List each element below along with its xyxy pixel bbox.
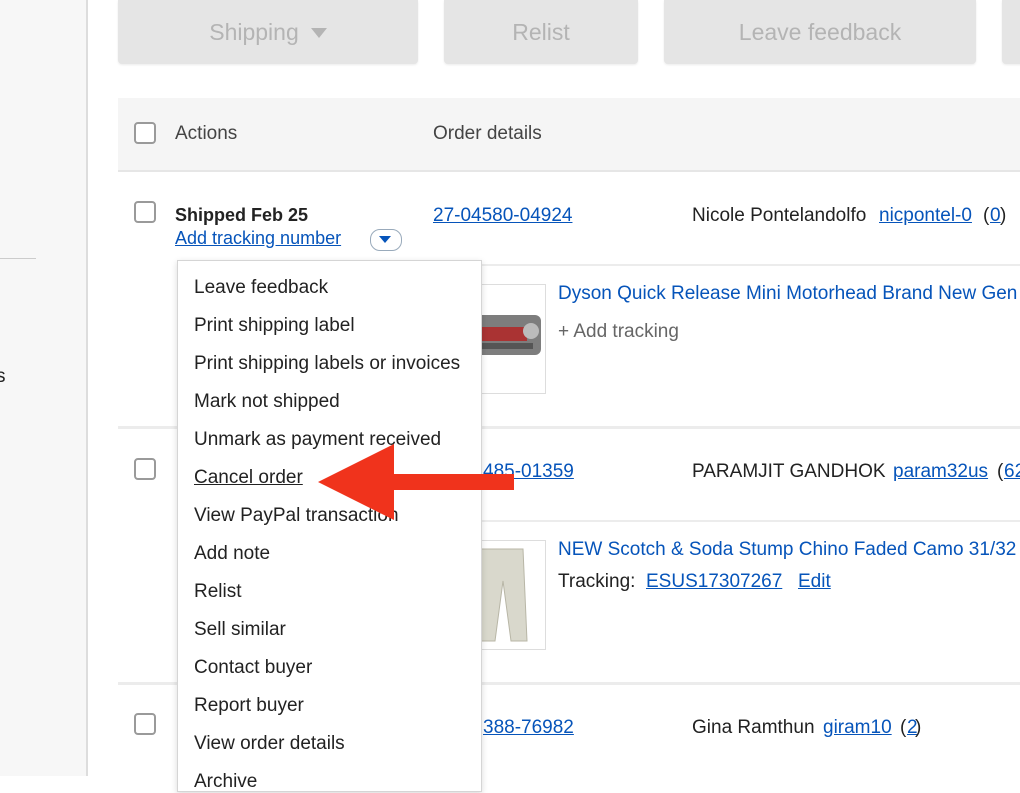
menu-item-sell-similar[interactable]: Sell similar — [194, 619, 286, 641]
item-title-link[interactable]: NEW Scotch & Soda Stump Chino Faded Camo… — [558, 539, 1016, 561]
feedback-open-paren: ( — [997, 461, 1004, 482]
order-checkbox[interactable] — [134, 201, 156, 223]
item-title-link[interactable]: Dyson Quick Release Mini Motorhead Brand… — [558, 283, 1017, 305]
feedback-count-link[interactable]: 0 — [990, 205, 1001, 227]
order-status: Shipped Feb 25 — [175, 205, 309, 225]
actions-dropdown-menu: Leave feedback Print shipping label Print … — [177, 260, 482, 792]
chevron-down-icon — [310, 28, 327, 38]
feedback-open-paren: ( — [900, 717, 907, 738]
item-divider — [460, 520, 1020, 523]
red-arrow-icon — [318, 444, 514, 520]
feedback-close-paren: ) — [915, 717, 922, 738]
feedback-open-paren: ( — [983, 205, 990, 226]
menu-item-view-order-details[interactable]: View order details — [194, 733, 345, 755]
sidebar-text-fragment: s — [0, 366, 6, 387]
left-sidebar: s — [0, 0, 88, 776]
order-checkbox[interactable] — [134, 458, 156, 480]
buyer-name: Gina Ramthun — [692, 717, 815, 738]
tracking-number-link[interactable]: ESUS17307267 — [646, 571, 782, 593]
feedback-close-paren: ) — [1000, 205, 1007, 226]
select-all-checkbox[interactable] — [134, 122, 156, 144]
actions-column-header: Actions — [175, 123, 238, 144]
chevron-down-icon — [379, 236, 391, 243]
buyer-id-link[interactable]: param32us — [893, 461, 988, 483]
menu-item-contact-buyer[interactable]: Contact buyer — [194, 657, 312, 679]
item-divider — [460, 264, 1020, 267]
tracking-label: Tracking: — [558, 571, 636, 592]
leave-feedback-button-label: Leave feedback — [738, 18, 902, 45]
feedback-count-link[interactable]: 62 — [1004, 461, 1020, 483]
menu-item-relist[interactable]: Relist — [194, 581, 242, 603]
add-tracking-item-link[interactable]: + Add tracking — [558, 321, 679, 343]
menu-item-cancel-order[interactable]: Cancel order — [194, 467, 303, 489]
menu-item-report-buyer[interactable]: Report buyer — [194, 695, 304, 717]
more-toolbar-button[interactable] — [1002, 0, 1020, 64]
menu-item-add-note[interactable]: Add note — [194, 543, 270, 565]
buyer-name: Nicole Pontelandolfo — [692, 205, 867, 226]
shipping-button-label: Shipping — [209, 18, 299, 45]
add-tracking-number-link[interactable]: Add tracking number — [175, 228, 341, 249]
buyer-id-link[interactable]: giram10 — [823, 717, 892, 739]
table-header: Actions Order details — [118, 98, 1020, 172]
leave-feedback-button[interactable]: Leave feedback — [664, 0, 976, 64]
order-details-column-header: Order details — [433, 123, 542, 144]
buyer-id-link[interactable]: nicpontel-0 — [879, 205, 972, 227]
actions-dropdown-button[interactable] — [370, 229, 402, 251]
menu-item-archive[interactable]: Archive — [194, 771, 257, 793]
order-checkbox[interactable] — [134, 713, 156, 735]
order-number-link[interactable]: 27-04580-04924 — [433, 205, 572, 227]
buyer-name: PARAMJIT GANDHOK — [692, 461, 886, 482]
shipping-button[interactable]: Shipping — [118, 0, 418, 64]
menu-item-print-shipping-labels-or-invoices[interactable]: Print shipping labels or invoices — [194, 353, 460, 375]
order-number-link[interactable]: 388-76982 — [483, 717, 574, 739]
menu-item-print-shipping-label[interactable]: Print shipping label — [194, 315, 355, 337]
edit-tracking-link[interactable]: Edit — [798, 571, 831, 593]
relist-button-label: Relist — [512, 18, 570, 45]
sidebar-divider — [0, 258, 36, 259]
menu-item-mark-not-shipped[interactable]: Mark not shipped — [194, 391, 340, 413]
menu-item-leave-feedback[interactable]: Leave feedback — [194, 277, 328, 299]
relist-button[interactable]: Relist — [444, 0, 638, 64]
